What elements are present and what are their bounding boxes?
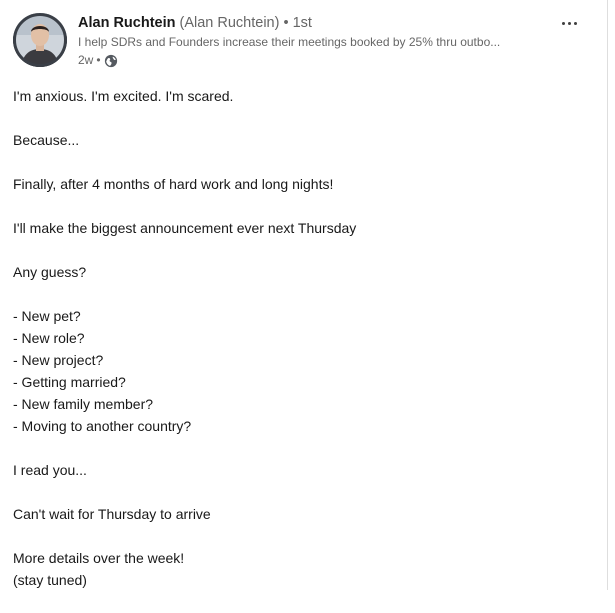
author-name[interactable]: Alan Ruchtein [78, 15, 175, 31]
post-time: 2w [78, 53, 94, 67]
post-line: Any guess? [13, 264, 87, 280]
post-line: - New pet? [13, 308, 81, 324]
post-paragraph: Because... [13, 129, 587, 151]
post-line: I'll make the biggest announcement ever … [13, 220, 357, 236]
post-line: - New project? [13, 352, 104, 368]
post-paragraph: Can't wait for Thursday to arrive [13, 503, 587, 525]
post-line: More details over the week! [13, 550, 185, 566]
post-card: Alan Ruchtein (Alan Ruchtein) • 1st I he… [0, 0, 608, 590]
post-line: Can't wait for Thursday to arrive [13, 506, 211, 522]
author-info: Alan Ruchtein (Alan Ruchtein) • 1st I he… [78, 13, 547, 69]
post-line: Because... [13, 132, 80, 148]
post-paragraph: I read you... [13, 459, 587, 481]
meta-separator: • [96, 53, 101, 67]
post-line: - Moving to another country? [13, 418, 192, 434]
more-options-icon[interactable] [555, 13, 583, 33]
post-paragraph: I'm anxious. I'm excited. I'm scared. [13, 85, 587, 107]
globe-icon [104, 54, 118, 68]
post-line: (stay tuned) [13, 572, 87, 588]
post-paragraph: - New pet? - New role? - New project? - Get… [13, 305, 587, 437]
post-line: I read you... [13, 462, 87, 478]
author-name-line: Alan Ruchtein (Alan Ruchtein) • 1st [78, 13, 547, 33]
author-alias: (Alan Ruchtein) [179, 15, 280, 31]
post-paragraph: More details over the week! (stay tuned) [13, 547, 587, 591]
post-paragraph: Any guess? [13, 261, 587, 283]
post-line: Finally, after 4 months of hard work and… [13, 176, 334, 192]
author-headline: I help SDRs and Founders increase their … [78, 35, 501, 49]
more-dot [561, 21, 565, 25]
post-meta: 2w • [78, 52, 547, 69]
author-avatar[interactable] [13, 13, 67, 67]
post-paragraph: Finally, after 4 months of hard work and… [13, 173, 587, 195]
post-line: I'm anxious. I'm excited. I'm scared. [13, 88, 234, 104]
post-body: I'm anxious. I'm excited. I'm scared. Bec… [13, 85, 587, 613]
post-paragraph: I'll make the biggest announcement ever … [13, 217, 587, 239]
more-dot [567, 21, 571, 25]
post-line: - New role? [13, 330, 85, 346]
post-line: - New family member? [13, 396, 154, 412]
name-separator: • [283, 15, 289, 31]
post-header: Alan Ruchtein (Alan Ruchtein) • 1st I he… [13, 13, 587, 73]
more-dot [573, 21, 577, 25]
post-line: - Getting married? [13, 374, 126, 390]
connection-degree: 1st [292, 15, 312, 31]
